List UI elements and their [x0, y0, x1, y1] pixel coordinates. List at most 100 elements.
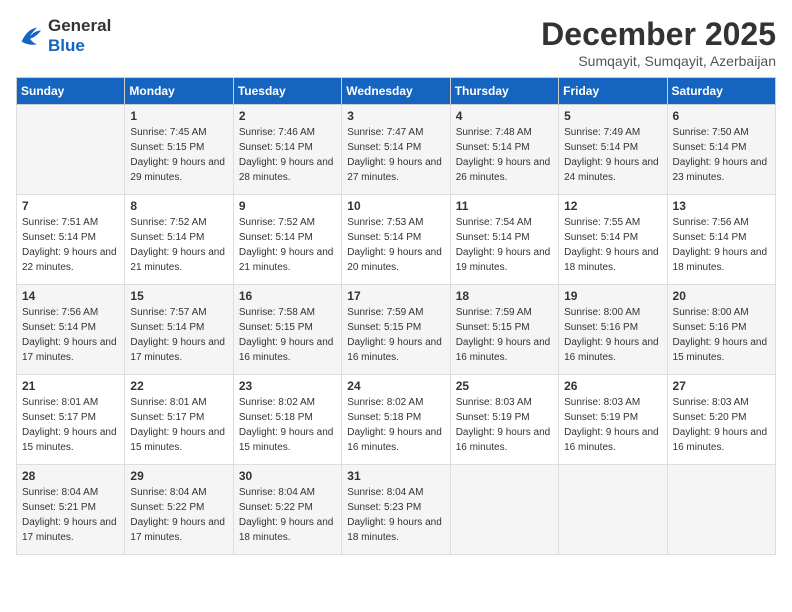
- calendar-cell: 12 Sunrise: 7:55 AMSunset: 5:14 PMDayligh…: [559, 195, 667, 285]
- day-number: 10: [347, 199, 444, 213]
- day-number: 13: [673, 199, 770, 213]
- calendar-cell: 17 Sunrise: 7:59 AMSunset: 5:15 PMDayligh…: [342, 285, 450, 375]
- day-number: 20: [673, 289, 770, 303]
- day-number: 22: [130, 379, 227, 393]
- day-number: 5: [564, 109, 661, 123]
- calendar-cell: 20 Sunrise: 8:00 AMSunset: 5:16 PMDayligh…: [667, 285, 775, 375]
- day-number: 24: [347, 379, 444, 393]
- day-info: Sunrise: 7:55 AMSunset: 5:14 PMDaylight:…: [564, 215, 661, 275]
- calendar-cell: 6Sunrise: 7:50 AMSunset: 5:14 PMDaylight…: [667, 105, 775, 195]
- day-number: 26: [564, 379, 661, 393]
- week-row-4: 28Sunrise: 8:04 AMSunset: 5:21 PMDayligh…: [17, 465, 776, 555]
- day-info: Sunrise: 7:53 AMSunset: 5:14 PMDaylight:…: [347, 215, 444, 275]
- day-info: Sunrise: 8:01 AMSunset: 5:17 PMDaylight:…: [22, 395, 119, 455]
- day-number: 11: [456, 199, 553, 213]
- day-number: 17: [347, 289, 444, 303]
- day-number: 8: [130, 199, 227, 213]
- calendar-cell: 8 Sunrise: 7:52 AMSunset: 5:14 PMDaylight…: [125, 195, 233, 285]
- calendar-cell: 30 Sunrise: 8:04 AMSunset: 5:22 PMDayligh…: [233, 465, 341, 555]
- calendar-cell: 16Sunrise: 7:58 AMSunset: 5:15 PMDayligh…: [233, 285, 341, 375]
- calendar-cell: 26 Sunrise: 8:03 AMSunset: 5:19 PMDayligh…: [559, 375, 667, 465]
- day-number: 16: [239, 289, 336, 303]
- calendar-cell: 11 Sunrise: 7:54 AMSunset: 5:14 PMDayligh…: [450, 195, 558, 285]
- page-title: December 2025: [541, 16, 776, 53]
- header-day-wednesday: Wednesday: [342, 78, 450, 105]
- day-info: Sunrise: 8:00 AMSunset: 5:16 PMDaylight:…: [673, 305, 770, 365]
- calendar-cell: 5 Sunrise: 7:49 AMSunset: 5:14 PMDaylight…: [559, 105, 667, 195]
- calendar-cell: 3Sunrise: 7:47 AMSunset: 5:14 PMDaylight…: [342, 105, 450, 195]
- day-info: Sunrise: 7:47 AMSunset: 5:14 PMDaylight:…: [347, 125, 444, 185]
- day-info: Sunrise: 7:54 AMSunset: 5:14 PMDaylight:…: [456, 215, 553, 275]
- day-info: Sunrise: 8:04 AMSunset: 5:22 PMDaylight:…: [239, 485, 336, 545]
- calendar-cell: 13Sunrise: 7:56 AMSunset: 5:14 PMDayligh…: [667, 195, 775, 285]
- calendar-cell: 23 Sunrise: 8:02 AMSunset: 5:18 PMDayligh…: [233, 375, 341, 465]
- calendar-cell: 22 Sunrise: 8:01 AMSunset: 5:17 PMDayligh…: [125, 375, 233, 465]
- day-info: Sunrise: 7:45 AMSunset: 5:15 PMDaylight:…: [130, 125, 227, 185]
- day-info: Sunrise: 8:01 AMSunset: 5:17 PMDaylight:…: [130, 395, 227, 455]
- header-day-saturday: Saturday: [667, 78, 775, 105]
- day-number: 23: [239, 379, 336, 393]
- calendar-cell: 31 Sunrise: 8:04 AMSunset: 5:23 PMDayligh…: [342, 465, 450, 555]
- day-number: 18: [456, 289, 553, 303]
- day-info: Sunrise: 8:02 AMSunset: 5:18 PMDaylight:…: [347, 395, 444, 455]
- calendar-cell: 14Sunrise: 7:56 AMSunset: 5:14 PMDayligh…: [17, 285, 125, 375]
- day-info: Sunrise: 8:04 AMSunset: 5:23 PMDaylight:…: [347, 485, 444, 545]
- day-number: 21: [22, 379, 119, 393]
- calendar-cell: 1 Sunrise: 7:45 AMSunset: 5:15 PMDaylight…: [125, 105, 233, 195]
- day-number: 19: [564, 289, 661, 303]
- day-number: 4: [456, 109, 553, 123]
- week-row-2: 14Sunrise: 7:56 AMSunset: 5:14 PMDayligh…: [17, 285, 776, 375]
- calendar-cell: [17, 105, 125, 195]
- day-number: 6: [673, 109, 770, 123]
- title-block: December 2025 Sumqayit, Sumqayit, Azerba…: [541, 16, 776, 69]
- calendar-cell: 25Sunrise: 8:03 AMSunset: 5:19 PMDayligh…: [450, 375, 558, 465]
- week-row-3: 21 Sunrise: 8:01 AMSunset: 5:17 PMDayligh…: [17, 375, 776, 465]
- day-number: 7: [22, 199, 119, 213]
- day-info: Sunrise: 8:04 AMSunset: 5:21 PMDaylight:…: [22, 485, 119, 545]
- logo-line1: General: [48, 16, 111, 36]
- day-number: 12: [564, 199, 661, 213]
- calendar-header: SundayMondayTuesdayWednesdayThursdayFrid…: [17, 78, 776, 105]
- day-number: 27: [673, 379, 770, 393]
- calendar-cell: [667, 465, 775, 555]
- day-number: 30: [239, 469, 336, 483]
- calendar-table: SundayMondayTuesdayWednesdayThursdayFrid…: [16, 77, 776, 555]
- header-day-tuesday: Tuesday: [233, 78, 341, 105]
- logo-line2: Blue: [48, 36, 111, 56]
- day-info: Sunrise: 7:52 AMSunset: 5:14 PMDaylight:…: [239, 215, 336, 275]
- day-number: 31: [347, 469, 444, 483]
- logo-icon: [16, 22, 44, 50]
- day-number: 1: [130, 109, 227, 123]
- logo: General Blue: [16, 16, 111, 55]
- calendar-cell: 10 Sunrise: 7:53 AMSunset: 5:14 PMDayligh…: [342, 195, 450, 285]
- header-day-monday: Monday: [125, 78, 233, 105]
- day-number: 15: [130, 289, 227, 303]
- day-info: Sunrise: 7:48 AMSunset: 5:14 PMDaylight:…: [456, 125, 553, 185]
- day-info: Sunrise: 8:03 AMSunset: 5:19 PMDaylight:…: [564, 395, 661, 455]
- day-info: Sunrise: 8:04 AMSunset: 5:22 PMDaylight:…: [130, 485, 227, 545]
- day-number: 14: [22, 289, 119, 303]
- page-subtitle: Sumqayit, Sumqayit, Azerbaijan: [541, 53, 776, 69]
- day-info: Sunrise: 7:59 AMSunset: 5:15 PMDaylight:…: [456, 305, 553, 365]
- calendar-cell: 2 Sunrise: 7:46 AMSunset: 5:14 PMDaylight…: [233, 105, 341, 195]
- calendar-cell: 24 Sunrise: 8:02 AMSunset: 5:18 PMDayligh…: [342, 375, 450, 465]
- day-info: Sunrise: 7:52 AMSunset: 5:14 PMDaylight:…: [130, 215, 227, 275]
- calendar-cell: 21 Sunrise: 8:01 AMSunset: 5:17 PMDayligh…: [17, 375, 125, 465]
- day-info: Sunrise: 8:02 AMSunset: 5:18 PMDaylight:…: [239, 395, 336, 455]
- calendar-cell: 7Sunrise: 7:51 AMSunset: 5:14 PMDaylight…: [17, 195, 125, 285]
- calendar-cell: 29Sunrise: 8:04 AMSunset: 5:22 PMDayligh…: [125, 465, 233, 555]
- calendar-cell: [559, 465, 667, 555]
- calendar-cell: [450, 465, 558, 555]
- day-info: Sunrise: 7:49 AMSunset: 5:14 PMDaylight:…: [564, 125, 661, 185]
- calendar-cell: 18 Sunrise: 7:59 AMSunset: 5:15 PMDayligh…: [450, 285, 558, 375]
- day-info: Sunrise: 8:00 AMSunset: 5:16 PMDaylight:…: [564, 305, 661, 365]
- day-number: 2: [239, 109, 336, 123]
- calendar-body: 1 Sunrise: 7:45 AMSunset: 5:15 PMDaylight…: [17, 105, 776, 555]
- calendar-cell: 4 Sunrise: 7:48 AMSunset: 5:14 PMDaylight…: [450, 105, 558, 195]
- week-row-0: 1 Sunrise: 7:45 AMSunset: 5:15 PMDaylight…: [17, 105, 776, 195]
- header-day-sunday: Sunday: [17, 78, 125, 105]
- page-header: General Blue December 2025 Sumqayit, Sum…: [16, 16, 776, 69]
- header-day-thursday: Thursday: [450, 78, 558, 105]
- day-info: Sunrise: 7:59 AMSunset: 5:15 PMDaylight:…: [347, 305, 444, 365]
- day-info: Sunrise: 7:46 AMSunset: 5:14 PMDaylight:…: [239, 125, 336, 185]
